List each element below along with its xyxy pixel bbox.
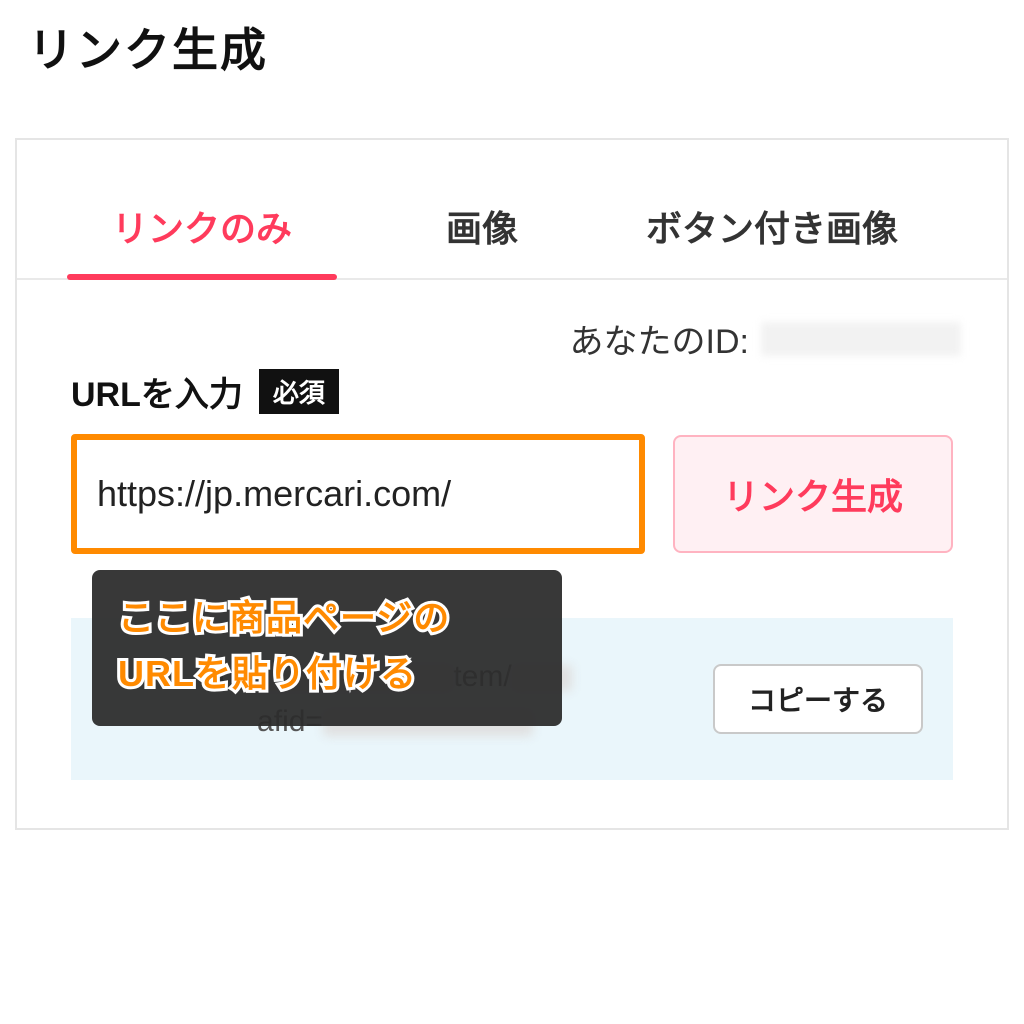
tabs: リンクのみ 画像 ボタン付き画像 xyxy=(17,140,1007,280)
page-title: リンク生成 xyxy=(0,0,1024,90)
copy-button[interactable]: コピーする xyxy=(713,664,923,734)
tab-image[interactable]: 画像 xyxy=(357,140,607,278)
tab-button-image[interactable]: ボタン付き画像 xyxy=(607,140,937,278)
url-form-row: URLを入力 必須 リンク生成 xyxy=(17,367,1007,554)
user-id-label: あなたのID: xyxy=(570,314,749,363)
url-input-row: リンク生成 xyxy=(71,434,953,554)
url-field-label: URLを入力 xyxy=(71,367,243,416)
url-input[interactable] xyxy=(71,434,645,554)
generate-link-button[interactable]: リンク生成 xyxy=(673,435,953,553)
user-id-row: あなたのID: xyxy=(17,280,1007,363)
annotation-callout: ここに商品ページの URLを貼り付ける xyxy=(92,570,562,726)
tab-label: リンクのみ xyxy=(112,208,292,249)
user-id-value-redacted xyxy=(761,322,961,356)
tab-label: 画像 xyxy=(446,208,518,249)
annotation-line-2: URLを貼り付ける xyxy=(118,646,536,702)
annotation-line-1: ここに商品ページの xyxy=(118,590,536,646)
tab-label: ボタン付き画像 xyxy=(646,208,898,249)
url-input-highlight xyxy=(71,434,645,554)
tab-link-only[interactable]: リンクのみ xyxy=(47,140,357,278)
link-generator-card: リンクのみ 画像 ボタン付き画像 あなたのID: URLを入力 必須 リンク生成… xyxy=(15,138,1009,830)
url-field-label-row: URLを入力 必須 xyxy=(71,367,953,416)
required-badge: 必須 xyxy=(259,369,339,414)
